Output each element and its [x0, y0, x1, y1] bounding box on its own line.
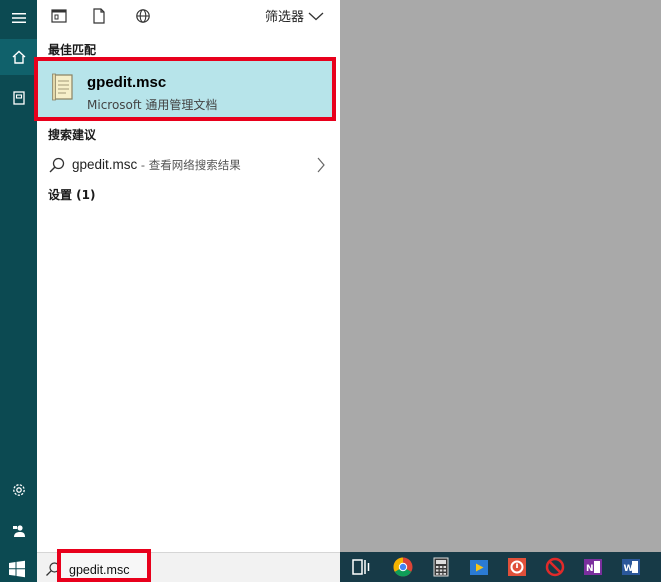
search-results-panel: 筛选器 最佳匹配 gpedit.msc Microsoft 通用管理文档 搜索建… [34, 0, 340, 552]
notebook-icon [12, 91, 25, 105]
hamburger-menu-button[interactable] [0, 0, 37, 36]
windows-start-icon[interactable] [8, 560, 26, 578]
best-match-result[interactable]: gpedit.msc Microsoft 通用管理文档 [34, 57, 336, 121]
filter-documents-button[interactable] [88, 5, 110, 27]
chevron-right-icon[interactable] [316, 157, 326, 173]
filter-apps-button[interactable] [48, 5, 70, 27]
best-match-subtitle: Microsoft 通用管理文档 [87, 98, 218, 112]
msc-document-icon [52, 73, 73, 101]
suggestions-header: 搜索建议 [48, 128, 97, 142]
feedback-person-icon [12, 525, 25, 537]
filters-label: 筛选器 [264, 10, 304, 25]
apps-filter-icon [51, 9, 67, 23]
home-button[interactable] [0, 39, 37, 75]
svg-text:W: W [624, 564, 634, 574]
hamburger-icon [11, 13, 26, 23]
home-icon [12, 50, 25, 64]
globe-icon [136, 9, 150, 23]
filter-bar: 筛选器 [37, 0, 340, 31]
chevron-down-icon [308, 12, 324, 20]
best-match-body: gpedit.msc Microsoft 通用管理文档 [41, 64, 329, 114]
settings-results-header[interactable]: 设置 (1) [48, 186, 96, 203]
notebook-button[interactable] [0, 80, 37, 116]
calculator-icon[interactable] [430, 556, 452, 578]
search-bar: gpedit.msc [37, 549, 340, 582]
chrome-icon[interactable] [392, 556, 414, 578]
onenote-icon[interactable]: N [582, 556, 604, 578]
feedback-button[interactable] [0, 513, 37, 549]
best-match-title: gpedit.msc [87, 74, 167, 91]
suggestion-query: gpedit.msc [72, 157, 138, 172]
word-icon[interactable]: W [620, 556, 642, 578]
suggestion-text: gpedit.msc - 查看网络搜索结果 [72, 157, 241, 173]
settings-button[interactable] [0, 472, 37, 508]
task-view-icon[interactable] [350, 556, 372, 578]
opera-icon[interactable] [506, 556, 528, 578]
filter-web-button[interactable] [132, 5, 154, 27]
app-rail [0, 0, 37, 582]
suggestion-hint: - 查看网络搜索结果 [137, 158, 241, 172]
start-search-window: { "filters": { "label": "筛选器" }, "best_m… [0, 0, 661, 582]
media-player-icon[interactable] [468, 556, 490, 578]
taskbar: N W [340, 552, 661, 582]
web-suggestion-item[interactable]: gpedit.msc - 查看网络搜索结果 [37, 150, 340, 180]
filters-dropdown[interactable]: 筛选器 [265, 6, 324, 25]
document-filter-icon [93, 8, 105, 24]
best-match-header: 最佳匹配 [48, 43, 97, 57]
search-input[interactable]: gpedit.msc [57, 549, 151, 582]
gear-icon [12, 484, 25, 496]
search-icon [49, 157, 65, 173]
no-entry-icon[interactable] [544, 556, 566, 578]
svg-text:N: N [586, 564, 594, 574]
